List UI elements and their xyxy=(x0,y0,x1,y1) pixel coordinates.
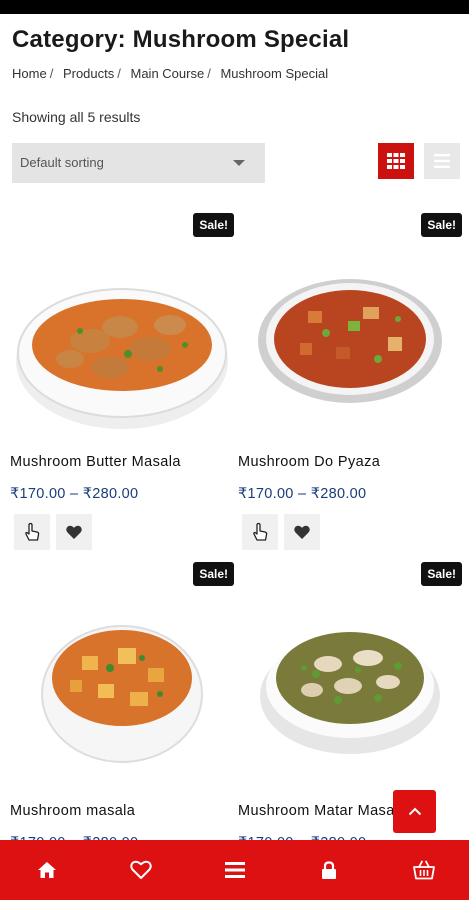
breadcrumb-home[interactable]: Home xyxy=(12,66,47,81)
product-name[interactable]: Mushroom masala xyxy=(10,803,135,819)
list-view-button[interactable] xyxy=(424,143,460,179)
nav-cart[interactable] xyxy=(394,840,454,900)
menu-icon xyxy=(225,862,245,878)
breadcrumb-current: Mushroom Special xyxy=(220,66,329,81)
grid-view-button[interactable] xyxy=(378,143,414,179)
product-image[interactable] xyxy=(238,598,462,788)
scroll-to-top-button[interactable] xyxy=(393,790,436,833)
sale-badge: Sale! xyxy=(193,562,234,586)
heart-icon xyxy=(66,525,82,539)
sale-badge: Sale! xyxy=(421,562,462,586)
sort-select[interactable]: Default sorting xyxy=(12,143,265,183)
home-icon xyxy=(38,862,56,878)
wishlist-button[interactable] xyxy=(284,514,320,550)
sale-badge: Sale! xyxy=(193,213,234,237)
nav-home[interactable] xyxy=(17,840,77,900)
status-bar xyxy=(0,0,469,14)
nav-menu[interactable] xyxy=(205,840,265,900)
wishlist-button[interactable] xyxy=(56,514,92,550)
page-title: Category: Mushroom Special xyxy=(12,26,350,53)
result-count: Showing all 5 results xyxy=(12,109,141,125)
basket-icon xyxy=(413,860,435,880)
heart-icon xyxy=(294,525,310,539)
lock-icon xyxy=(322,861,336,879)
sale-badge: Sale! xyxy=(421,213,462,237)
heart-icon xyxy=(130,860,152,879)
product-card[interactable]: Sale! Mushroom Butter Masala ₹170.00 – ₹… xyxy=(10,213,234,553)
breadcrumb-main-course[interactable]: Main Course xyxy=(131,66,205,81)
product-name[interactable]: Mushroom Butter Masala xyxy=(10,454,181,470)
product-name[interactable]: Mushroom Matar Masala xyxy=(238,803,407,819)
nav-wishlist[interactable] xyxy=(111,840,171,900)
list-icon xyxy=(434,154,450,168)
product-price: ₹170.00 – ₹280.00 xyxy=(238,486,367,502)
breadcrumb-products[interactable]: Products xyxy=(63,66,114,81)
bottom-nav xyxy=(0,840,469,900)
breadcrumb: Home / Products / Main Course / Mushroom Sp… xyxy=(12,66,329,81)
nav-account[interactable] xyxy=(299,840,359,900)
product-image[interactable] xyxy=(10,249,234,439)
chevron-up-icon xyxy=(408,807,421,816)
product-card[interactable]: Sale! Mushroom masala ₹170.00 – ₹280.00 xyxy=(10,562,234,851)
hand-pointer-icon xyxy=(25,522,40,541)
select-options-button[interactable] xyxy=(14,514,50,550)
chevron-down-icon xyxy=(233,160,245,166)
product-name[interactable]: Mushroom Do Pyaza xyxy=(238,454,380,470)
product-card[interactable]: Sale! Mushroom Do Pyaza ₹170.00 – ₹280.0… xyxy=(238,213,462,553)
grid-icon xyxy=(387,153,405,169)
hand-pointer-icon xyxy=(253,522,268,541)
select-options-button[interactable] xyxy=(242,514,278,550)
product-image[interactable] xyxy=(10,598,234,788)
product-image[interactable] xyxy=(238,249,462,439)
product-price: ₹170.00 – ₹280.00 xyxy=(10,486,139,502)
sort-value: Default sorting xyxy=(20,155,104,170)
